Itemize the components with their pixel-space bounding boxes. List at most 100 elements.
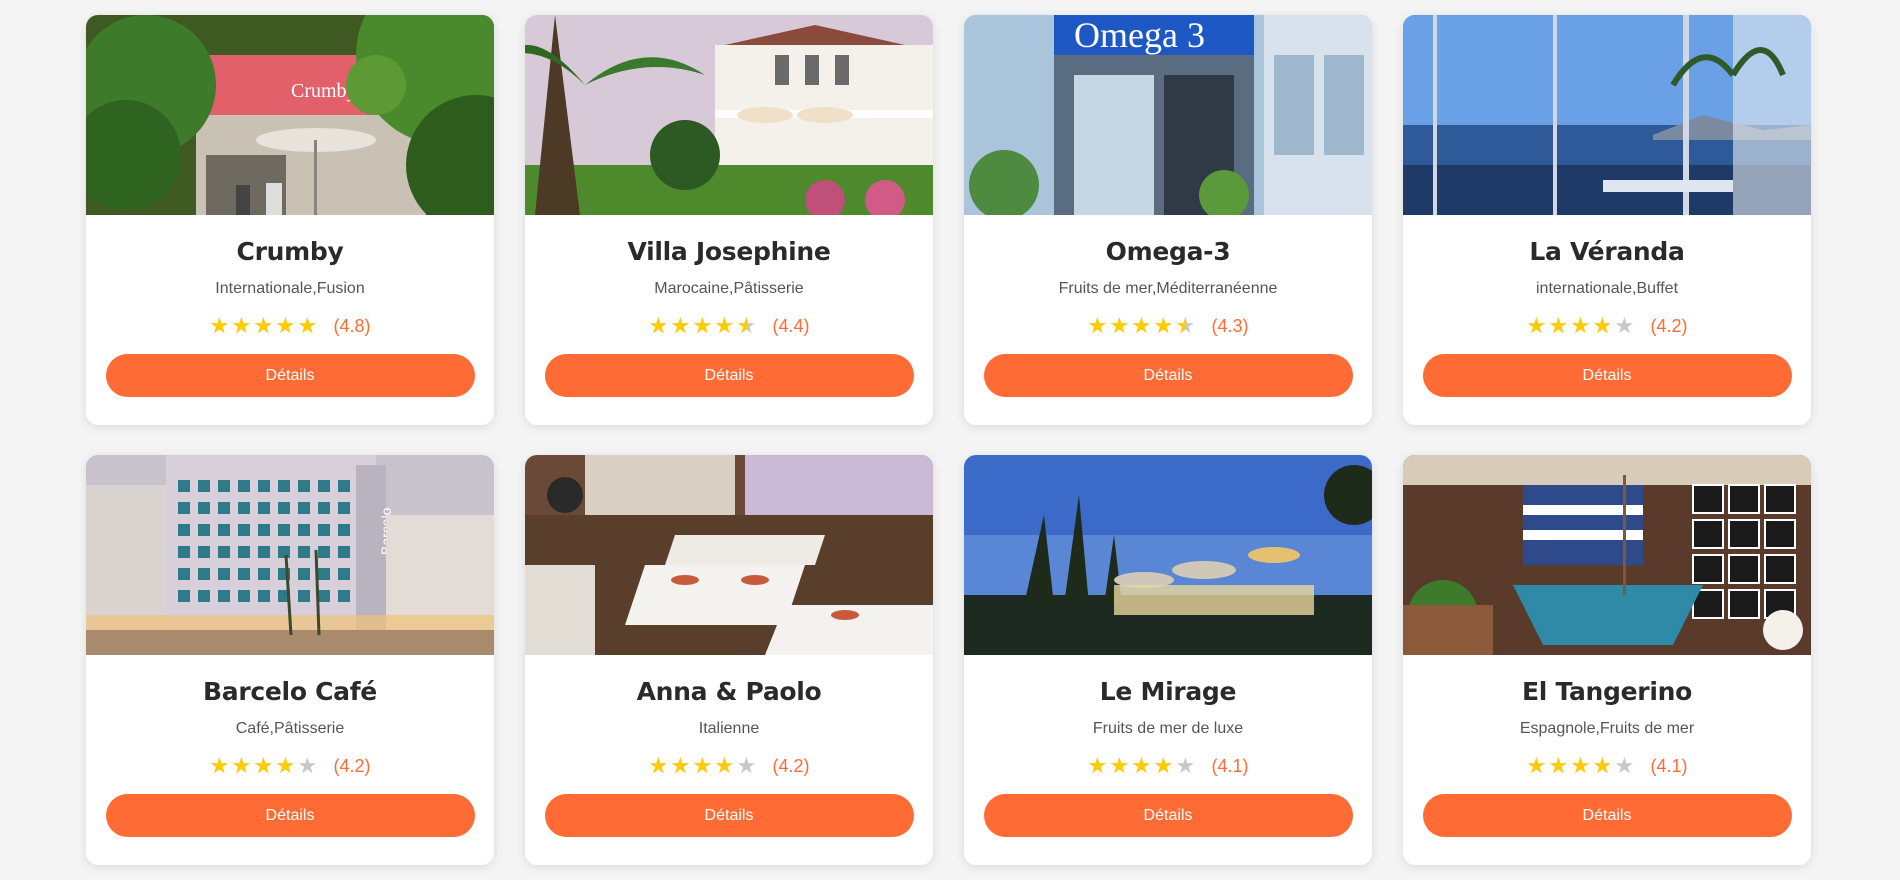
star-icon: ★★ — [1131, 753, 1152, 778]
star-rating: ★★★★★★★★★★ — [209, 314, 319, 338]
star-icon: ★★ — [648, 313, 669, 338]
star-icon: ★★ — [275, 753, 296, 778]
star-icon: ★★ — [1614, 753, 1635, 778]
restaurant-name: La Véranda — [1529, 237, 1685, 266]
restaurant-card: Villa Josephine Marocaine,Pâtisserie ★ ★ ★… — [525, 15, 933, 425]
photo-illustration: Crumby — [86, 15, 494, 215]
star-icon: ★★ — [736, 753, 757, 778]
star-icon: ★★ — [1570, 753, 1591, 778]
restaurant-cuisine: Marocaine,Pâtisserie — [654, 280, 804, 297]
star-icon: ★★ — [1175, 753, 1196, 778]
details-button[interactable]: Détails — [105, 354, 475, 397]
rating-score: (4.2) — [772, 755, 810, 776]
star-icon: ★★ — [670, 313, 691, 338]
restaurant-photo[interactable] — [525, 15, 933, 215]
star-icon: ★★ — [209, 753, 230, 778]
star-icon: ★★ — [1526, 313, 1547, 338]
restaurant-name: Barcelo Café — [203, 677, 377, 706]
restaurant-card: Anna & Paolo Italienne ★★★★★★★★★★ (4.2) D… — [525, 455, 933, 865]
star-icon: ★★ — [209, 313, 230, 338]
star-rating: ★★★★★★★★★★ — [648, 754, 758, 778]
photo-illustration — [1403, 15, 1811, 215]
details-button[interactable]: Détails — [1422, 794, 1792, 837]
restaurant-card: Le Mirage Fruits de mer de luxe ★ ★ ★ ★ ★ ★ ★ ★… — [964, 455, 1372, 865]
rating: ★★★★★★★★★★ (4.2) — [648, 754, 809, 778]
star-icon: ★★ — [1153, 313, 1174, 338]
photo-illustration — [525, 455, 933, 655]
rating: ★★★★★★★★★★(4.1) — [1526, 754, 1687, 778]
rating-score: (4.4) — [772, 315, 810, 336]
restaurant-name: Crumby — [236, 237, 344, 266]
rating-score: (4.8) — [333, 315, 371, 336]
restaurant-cuisine: Espagnole,Fruits de mer — [1519, 720, 1695, 737]
restaurant-cuisine: Italienne — [698, 720, 760, 737]
star-icon: ★★ — [1087, 313, 1108, 338]
star-icon: ★★ — [231, 313, 252, 338]
photo-illustration: Barcelo — [86, 455, 494, 655]
restaurant-photo[interactable] — [1403, 15, 1811, 215]
rating: ★ ★ ★ ★ ★ ★ ★ ★ ★ ★ (4.4) — [648, 314, 809, 338]
rating: ★★★★★★★★★★(4.2) — [209, 754, 370, 778]
restaurant-photo[interactable]: Omega 3 — [964, 15, 1372, 215]
restaurant-cuisine: Fruits de mer,Méditerranéenne — [1058, 280, 1278, 297]
rating-score: (4.1) — [1650, 755, 1688, 776]
star-icon: ★★ — [692, 313, 713, 338]
star-icon: ★★ — [297, 753, 318, 778]
star-icon: ★★ — [1614, 313, 1635, 338]
details-button[interactable]: Détails — [983, 354, 1353, 397]
restaurant-photo[interactable]: Barcelo — [86, 455, 494, 655]
star-icon: ★★ — [1526, 753, 1547, 778]
restaurant-name: El Tangerino — [1522, 677, 1692, 706]
restaurant-cuisine: Café,Pâtisserie — [235, 720, 345, 737]
rating: ★ ★ ★ ★ ★ ★ ★ ★ ★ ★ (4.3) — [1087, 314, 1248, 338]
restaurant-photo[interactable] — [1403, 455, 1811, 655]
details-button[interactable]: Détails — [105, 794, 475, 837]
star-icon: ★★ — [253, 753, 274, 778]
restaurant-card: Barcelo Barcelo Café Café,Pâtisserie ★★★… — [86, 455, 494, 865]
star-icon: ★★ — [714, 313, 735, 338]
star-rating: ★★★★★★★★★★ — [648, 314, 758, 338]
rating-score: (4.2) — [1650, 315, 1688, 336]
star-icon: ★★ — [1592, 313, 1613, 338]
restaurant-card: Omega 3 Omega-3 Fruits de mer,Méditerran… — [964, 15, 1372, 425]
restaurant-name: Villa Josephine — [627, 237, 831, 266]
star-icon: ★★ — [670, 753, 691, 778]
rating: ★★★★★★★★★★(4.1) — [1087, 754, 1248, 778]
photo-illustration: Omega 3 — [964, 15, 1372, 215]
details-button[interactable]: Détails — [544, 354, 914, 397]
star-icon: ★★ — [714, 753, 735, 778]
star-icon: ★★ — [1131, 313, 1152, 338]
star-icon: ★★ — [1548, 313, 1569, 338]
restaurant-name: Le Mirage — [1099, 677, 1237, 706]
star-icon: ★★ — [297, 313, 318, 338]
restaurant-cuisine: Fruits de mer de luxe — [1092, 720, 1244, 737]
star-icon: ★★ — [1109, 313, 1130, 338]
details-button[interactable]: Détails — [1422, 354, 1792, 397]
star-rating: ★★★★★★★★★★ — [1526, 314, 1636, 338]
star-rating: ★★★★★★★★★★ — [1087, 314, 1197, 338]
restaurant-name: Anna & Paolo — [636, 677, 822, 706]
rating-score: (4.3) — [1211, 315, 1249, 336]
rating-score: (4.2) — [333, 755, 371, 776]
star-icon: ★★ — [231, 753, 252, 778]
restaurant-card: Crumby Crumby Internationale,Fusion ★ ★ ★ ★… — [86, 15, 494, 425]
star-icon: ★★ — [648, 753, 669, 778]
svg-text:Omega 3: Omega 3 — [1074, 15, 1205, 55]
star-icon: ★★ — [1548, 753, 1569, 778]
star-rating: ★★★★★★★★★★ — [1526, 754, 1636, 778]
star-icon: ★★ — [253, 313, 274, 338]
restaurant-grid: Crumby Crumby Internationale,Fusion ★ ★ ★ ★… — [86, 15, 1811, 865]
star-icon: ★★ — [736, 313, 757, 338]
restaurant-photo[interactable]: Crumby — [86, 15, 494, 215]
details-button[interactable]: Détails — [544, 794, 914, 837]
rating: ★★★★★★★★★★ (4.2) — [1526, 314, 1687, 338]
star-rating: ★★★★★★★★★★ — [1087, 754, 1197, 778]
restaurant-photo[interactable] — [964, 455, 1372, 655]
restaurant-card: La Véranda internationale,Buffet ★ ★ ★ ★ ★ ★ ★… — [1403, 15, 1811, 425]
photo-illustration — [525, 15, 933, 215]
star-icon: ★★ — [1175, 313, 1196, 338]
restaurant-photo[interactable] — [525, 455, 933, 655]
details-button[interactable]: Détails — [983, 794, 1353, 837]
star-icon: ★★ — [1592, 753, 1613, 778]
photo-illustration — [1403, 455, 1811, 655]
